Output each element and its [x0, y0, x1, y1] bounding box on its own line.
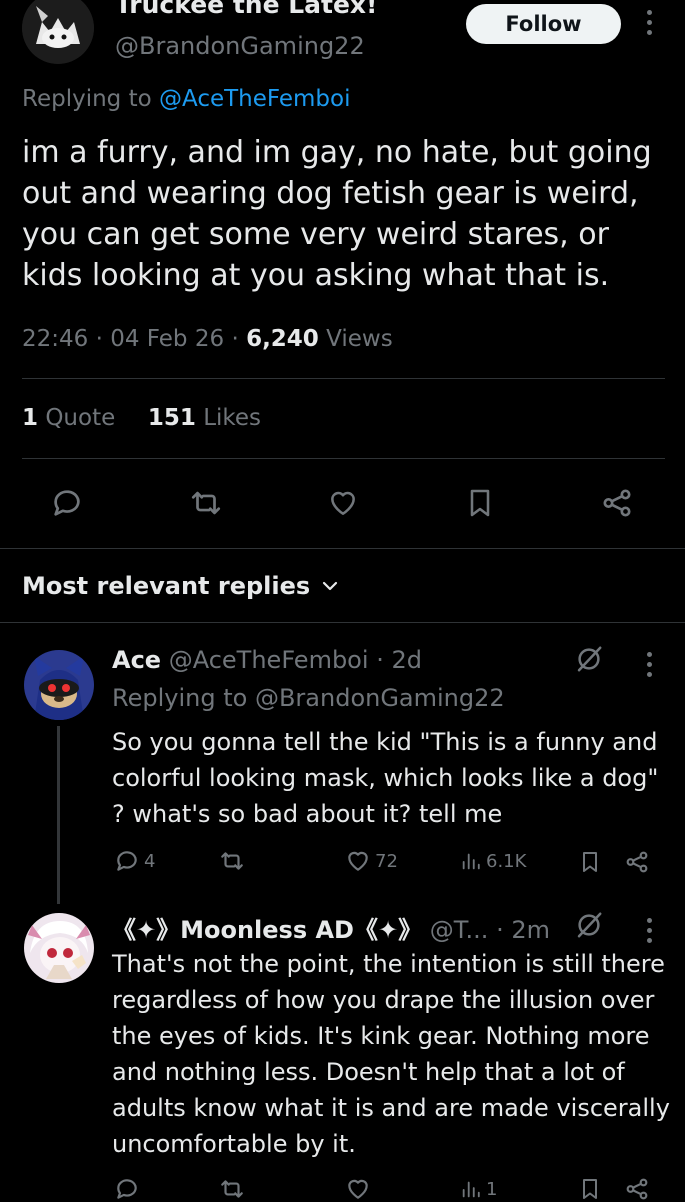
reply-author-name[interactable]: 《✦》Moonless AD《✦》	[112, 916, 422, 944]
quote-count: 1	[22, 405, 39, 431]
quote-label: Quote	[45, 405, 116, 431]
follow-button[interactable]: Follow	[466, 4, 621, 44]
reply-time[interactable]: · 2d	[376, 646, 422, 674]
reply-replying-to: Replying to @BrandonGaming22	[112, 684, 505, 712]
likes-stat[interactable]: 151 Likes	[148, 405, 261, 431]
divider	[0, 622, 685, 623]
reply-avatar[interactable]	[24, 913, 94, 983]
reply-time[interactable]: · 2m	[496, 916, 550, 944]
reply-reply-action[interactable]	[114, 1176, 140, 1202]
views-icon	[462, 853, 480, 870]
reply-retweet-action[interactable]	[218, 1176, 246, 1202]
grok-icon[interactable]	[574, 644, 604, 674]
meta-sep: ·	[231, 326, 239, 352]
like-icon	[348, 1179, 368, 1199]
tweet-date[interactable]: 04 Feb 26	[110, 326, 224, 352]
meta-sep: ·	[95, 326, 103, 352]
replying-to: Replying to @AceTheFemboi	[22, 86, 350, 112]
reply-author-handle[interactable]: @AceTheFemboi	[169, 646, 369, 674]
bookmark-icon[interactable]	[464, 486, 496, 520]
reply-replying-handle[interactable]: @BrandonGaming22	[255, 684, 505, 712]
reply-header: Ace @AceTheFemboi · 2d	[112, 646, 422, 674]
reply-icon	[117, 1179, 137, 1199]
replying-handle-link[interactable]: @AceTheFemboi	[159, 86, 351, 112]
more-options-icon[interactable]	[645, 10, 653, 35]
retweet-icon	[221, 852, 243, 870]
tweet-time[interactable]: 22:46	[22, 326, 88, 352]
retweet-icon[interactable]	[188, 486, 224, 520]
views-label: Views	[326, 326, 393, 352]
reply-text: So you gonna tell the kid "This is a fun…	[112, 728, 659, 828]
replying-prefix: Replying to	[22, 86, 152, 112]
reply-reply-action[interactable]: 4	[114, 848, 155, 874]
divider	[22, 458, 665, 459]
reply-like-action[interactable]: 72	[345, 848, 398, 874]
reply-author-name[interactable]: Ace	[112, 646, 161, 674]
tweet-meta: 22:46 · 04 Feb 26 · 6,240 Views	[22, 326, 393, 352]
reply-count: 4	[144, 850, 156, 872]
reply-icon[interactable]	[50, 486, 84, 520]
reply-avatar-art	[24, 650, 94, 720]
like-icon[interactable]	[326, 487, 360, 519]
views-count: 1	[486, 1178, 498, 1200]
replies-sort-dropdown[interactable]: Most relevant replies	[22, 572, 338, 600]
views-count: 6.1K	[486, 850, 527, 872]
reply-author-handle[interactable]: @T...	[430, 916, 489, 944]
like-count: 72	[375, 850, 398, 872]
views-icon	[462, 1181, 480, 1198]
author-avatar[interactable]	[22, 0, 94, 64]
bookmark-icon[interactable]	[578, 849, 602, 875]
reply-more-icon[interactable]	[645, 652, 653, 677]
tweet-text: im a furry, and im gay, no hate, but goi…	[22, 135, 652, 293]
reply-header: 《✦》Moonless AD《✦》 @T... · 2m	[112, 910, 550, 945]
divider	[0, 548, 685, 549]
reply-views-action[interactable]: 6.1K	[460, 848, 526, 874]
divider	[22, 378, 665, 379]
reply-avatar[interactable]	[24, 650, 94, 720]
thread-line	[57, 726, 60, 904]
author-name[interactable]: Truckee the Latex!	[115, 0, 377, 19]
reply-more-icon[interactable]	[645, 918, 653, 943]
reply-views-action[interactable]: 1	[460, 1176, 497, 1202]
likes-count: 151	[147, 405, 196, 431]
share-icon[interactable]	[600, 486, 634, 520]
share-icon[interactable]	[624, 1176, 650, 1202]
quotes-stat[interactable]: 1 Quote	[22, 405, 115, 431]
replies-sort-label: Most relevant replies	[22, 572, 311, 600]
like-icon	[348, 851, 368, 871]
share-icon[interactable]	[624, 849, 650, 875]
retweet-icon	[221, 1180, 243, 1198]
likes-label: Likes	[203, 405, 262, 431]
tweet-stats: 1 Quote 151 Likes	[22, 405, 261, 431]
reply-avatar-art	[24, 913, 94, 983]
author-avatar-art	[22, 0, 94, 64]
reply-retweet-action[interactable]	[218, 848, 246, 874]
reply-text: That's not the point, the intention is s…	[112, 950, 670, 1158]
reply-like-action[interactable]	[345, 1176, 371, 1202]
bookmark-icon[interactable]	[578, 1176, 602, 1202]
reply-icon	[117, 851, 137, 871]
reply-replying-prefix: Replying to	[112, 684, 248, 712]
author-handle[interactable]: @BrandonGaming22	[115, 32, 365, 60]
chevron-down-icon	[323, 581, 338, 591]
views-count: 6,240	[246, 326, 319, 352]
grok-icon[interactable]	[574, 910, 604, 940]
